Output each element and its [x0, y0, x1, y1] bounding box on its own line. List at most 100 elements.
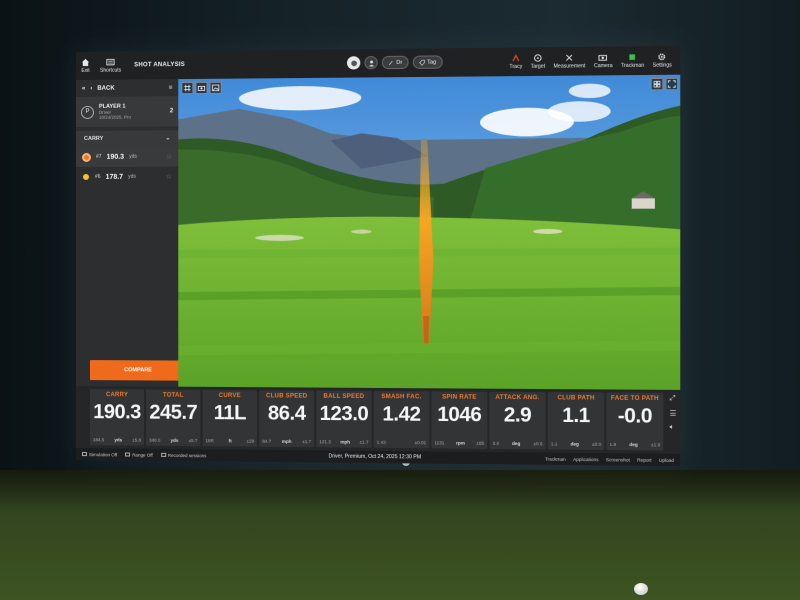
tile-unit: ft: [229, 438, 232, 443]
shot-list-sidebar: « ‹ BACK ≡ P PLAYER 1 Driver 10/24/2025,…: [76, 79, 178, 387]
exit-button[interactable]: Exit: [76, 52, 95, 80]
tile-deviation: ±29: [247, 439, 255, 444]
applications-label: Applications: [573, 456, 598, 461]
club-pill[interactable]: Dr: [382, 56, 409, 69]
list-item[interactable]: #6 178.7 yds ☆: [76, 167, 178, 187]
applications-button[interactable]: Applications: [573, 456, 598, 461]
tile-footer: 1131 rpm ±85: [434, 440, 484, 446]
target-label: Target: [531, 64, 546, 70]
camera-tool-button[interactable]: [195, 82, 207, 94]
club-icon: [388, 59, 394, 65]
tile-deviation: ±85: [476, 441, 484, 446]
tag-pill[interactable]: Tag: [413, 55, 443, 69]
tile-attack-angle[interactable]: ATTACK ANG. 2.9 3.4 deg ±0.5: [489, 392, 545, 450]
menu-icon[interactable]: ≡: [169, 85, 173, 91]
floor-shadow: [0, 470, 800, 510]
screenshot-button[interactable]: Screenshot: [606, 457, 630, 462]
tile-footer: 1.1 deg ±0.0: [551, 441, 601, 447]
tile-total[interactable]: TOTAL 245.7 340.0 yds ±5.7: [146, 389, 200, 446]
recorded-sessions-label: Recorded sessions: [168, 452, 207, 457]
upload-button[interactable]: Upload: [659, 457, 674, 462]
tile-deviation: ±5.7: [189, 438, 198, 443]
tile-label: ATTACK ANG.: [495, 395, 539, 401]
tile-curve[interactable]: CURVE 11L 18R ft ±29: [202, 390, 257, 447]
tile-carry[interactable]: CARRY 190.3 184.5 yds ±5.8: [90, 389, 144, 446]
tile-smash-factor[interactable]: SMASH FAC. 1.42 1.43 ±0.01: [374, 391, 430, 448]
trackman-button[interactable]: Trackman: [617, 46, 649, 75]
target-button[interactable]: Target: [526, 47, 549, 76]
tile-unit: yds: [171, 438, 179, 443]
screenshot-label: Screenshot: [606, 457, 630, 462]
trackman-label: Trackman: [621, 63, 644, 69]
tile-club-speed[interactable]: CLUB SPEED 86.4 84.7 mph ±1.7: [259, 390, 314, 447]
shot-value: 190.3: [107, 153, 125, 160]
tile-value: 190.3: [93, 401, 141, 424]
tile-average: 184.5: [93, 437, 104, 442]
tile-average: 18R: [206, 438, 214, 443]
range-toggle[interactable]: Range Off: [125, 452, 153, 457]
trackman-status-button[interactable]: Trackman: [545, 456, 566, 461]
simulation-label: Simulation Off: [89, 452, 117, 457]
fullscreen-tool-button[interactable]: [665, 78, 678, 90]
arrow-left-icon[interactable]: ‹: [90, 85, 92, 91]
measurement-button[interactable]: Measurement: [549, 47, 589, 76]
tile-face-to-path[interactable]: FACE TO PATH -0.0 1.9 deg ±1.9: [606, 393, 663, 451]
report-button[interactable]: Report: [637, 457, 651, 462]
shot-value: 178.7: [106, 173, 124, 180]
back-row: « ‹ BACK ≡: [76, 79, 178, 97]
top-right-toolbar: Tracy Target Measurement Camera Trackman…: [505, 46, 676, 76]
metric-dropdown[interactable]: CARRY ⌄: [76, 130, 178, 147]
grid-tool-button[interactable]: [181, 82, 193, 94]
tile-deviation: ±1.7: [302, 439, 311, 444]
session-info: Driver, Premium, Oct 24, 2025 12:30 PM: [329, 453, 422, 460]
tile-average: 1.1: [551, 441, 558, 446]
ball-toggle-button[interactable]: [347, 56, 360, 69]
tile-unit: deg: [629, 442, 637, 447]
list-icon[interactable]: ☰: [670, 409, 677, 417]
tracy-icon: [511, 54, 520, 63]
tile-ball-speed[interactable]: BALL SPEED 123.0 121.3 mph ±1.7: [316, 391, 371, 448]
simulation-toggle[interactable]: Simulation Off: [82, 452, 117, 457]
star-icon[interactable]: ☆: [166, 173, 172, 181]
tile-side-controls: ⤢ ☰ 🔈︎: [670, 395, 677, 454]
fullscreen-icon[interactable]: ⤢: [670, 395, 677, 403]
tile-unit: mph: [282, 439, 292, 444]
image-icon: [212, 84, 220, 92]
tile-club-path[interactable]: CLUB PATH 1.1 1.1 deg ±0.0: [548, 392, 605, 450]
recorded-sessions-button[interactable]: Recorded sessions: [161, 452, 207, 457]
gear-icon: [657, 52, 667, 61]
tile-average: 121.3: [319, 439, 331, 444]
settings-button[interactable]: Settings: [648, 46, 676, 75]
shortcuts-button[interactable]: Shortcuts: [95, 51, 126, 79]
chevron-left-double-icon[interactable]: «: [82, 85, 85, 91]
image-tool-button[interactable]: [210, 82, 222, 94]
tile-footer: 184.5 yds ±5.8: [93, 437, 141, 442]
tile-label: CARRY: [106, 392, 128, 398]
course-viewport[interactable]: [178, 75, 680, 390]
player-card[interactable]: P PLAYER 1 Driver 10/24/2025, Pro 2: [76, 96, 178, 127]
tile-value: 86.4: [268, 402, 306, 426]
sound-icon[interactable]: 🔈︎: [670, 424, 677, 432]
star-icon[interactable]: ☆: [166, 153, 172, 161]
tile-value: 1.1: [562, 405, 590, 429]
tile-average: 3.4: [492, 441, 499, 446]
layout-tool-button[interactable]: [651, 78, 664, 90]
camera-button[interactable]: Camera: [590, 46, 617, 75]
tile-spin-rate[interactable]: SPIN RATE 1046 1131 rpm ±85: [431, 391, 487, 449]
expand-icon: [653, 80, 661, 88]
metric-dropdown-value: CARRY: [84, 136, 103, 142]
player-toggle-button[interactable]: [364, 56, 377, 69]
trackman-icon: [628, 52, 637, 61]
range-icon: [125, 452, 130, 456]
back-button[interactable]: BACK: [97, 85, 114, 91]
sessions-icon: [161, 453, 166, 457]
compare-button[interactable]: COMPARE: [90, 360, 186, 381]
list-item[interactable]: #7 190.3 yds ☆: [76, 146, 178, 167]
tile-unit: yds: [114, 437, 122, 442]
tile-unit: deg: [512, 441, 520, 446]
tile-deviation: ±0.01: [415, 440, 427, 445]
shot-unit: yds: [128, 174, 136, 180]
tile-value: -0.0: [618, 405, 652, 429]
chevron-down-icon: ⌄: [166, 135, 171, 141]
tracy-button[interactable]: Tracy: [505, 47, 526, 76]
